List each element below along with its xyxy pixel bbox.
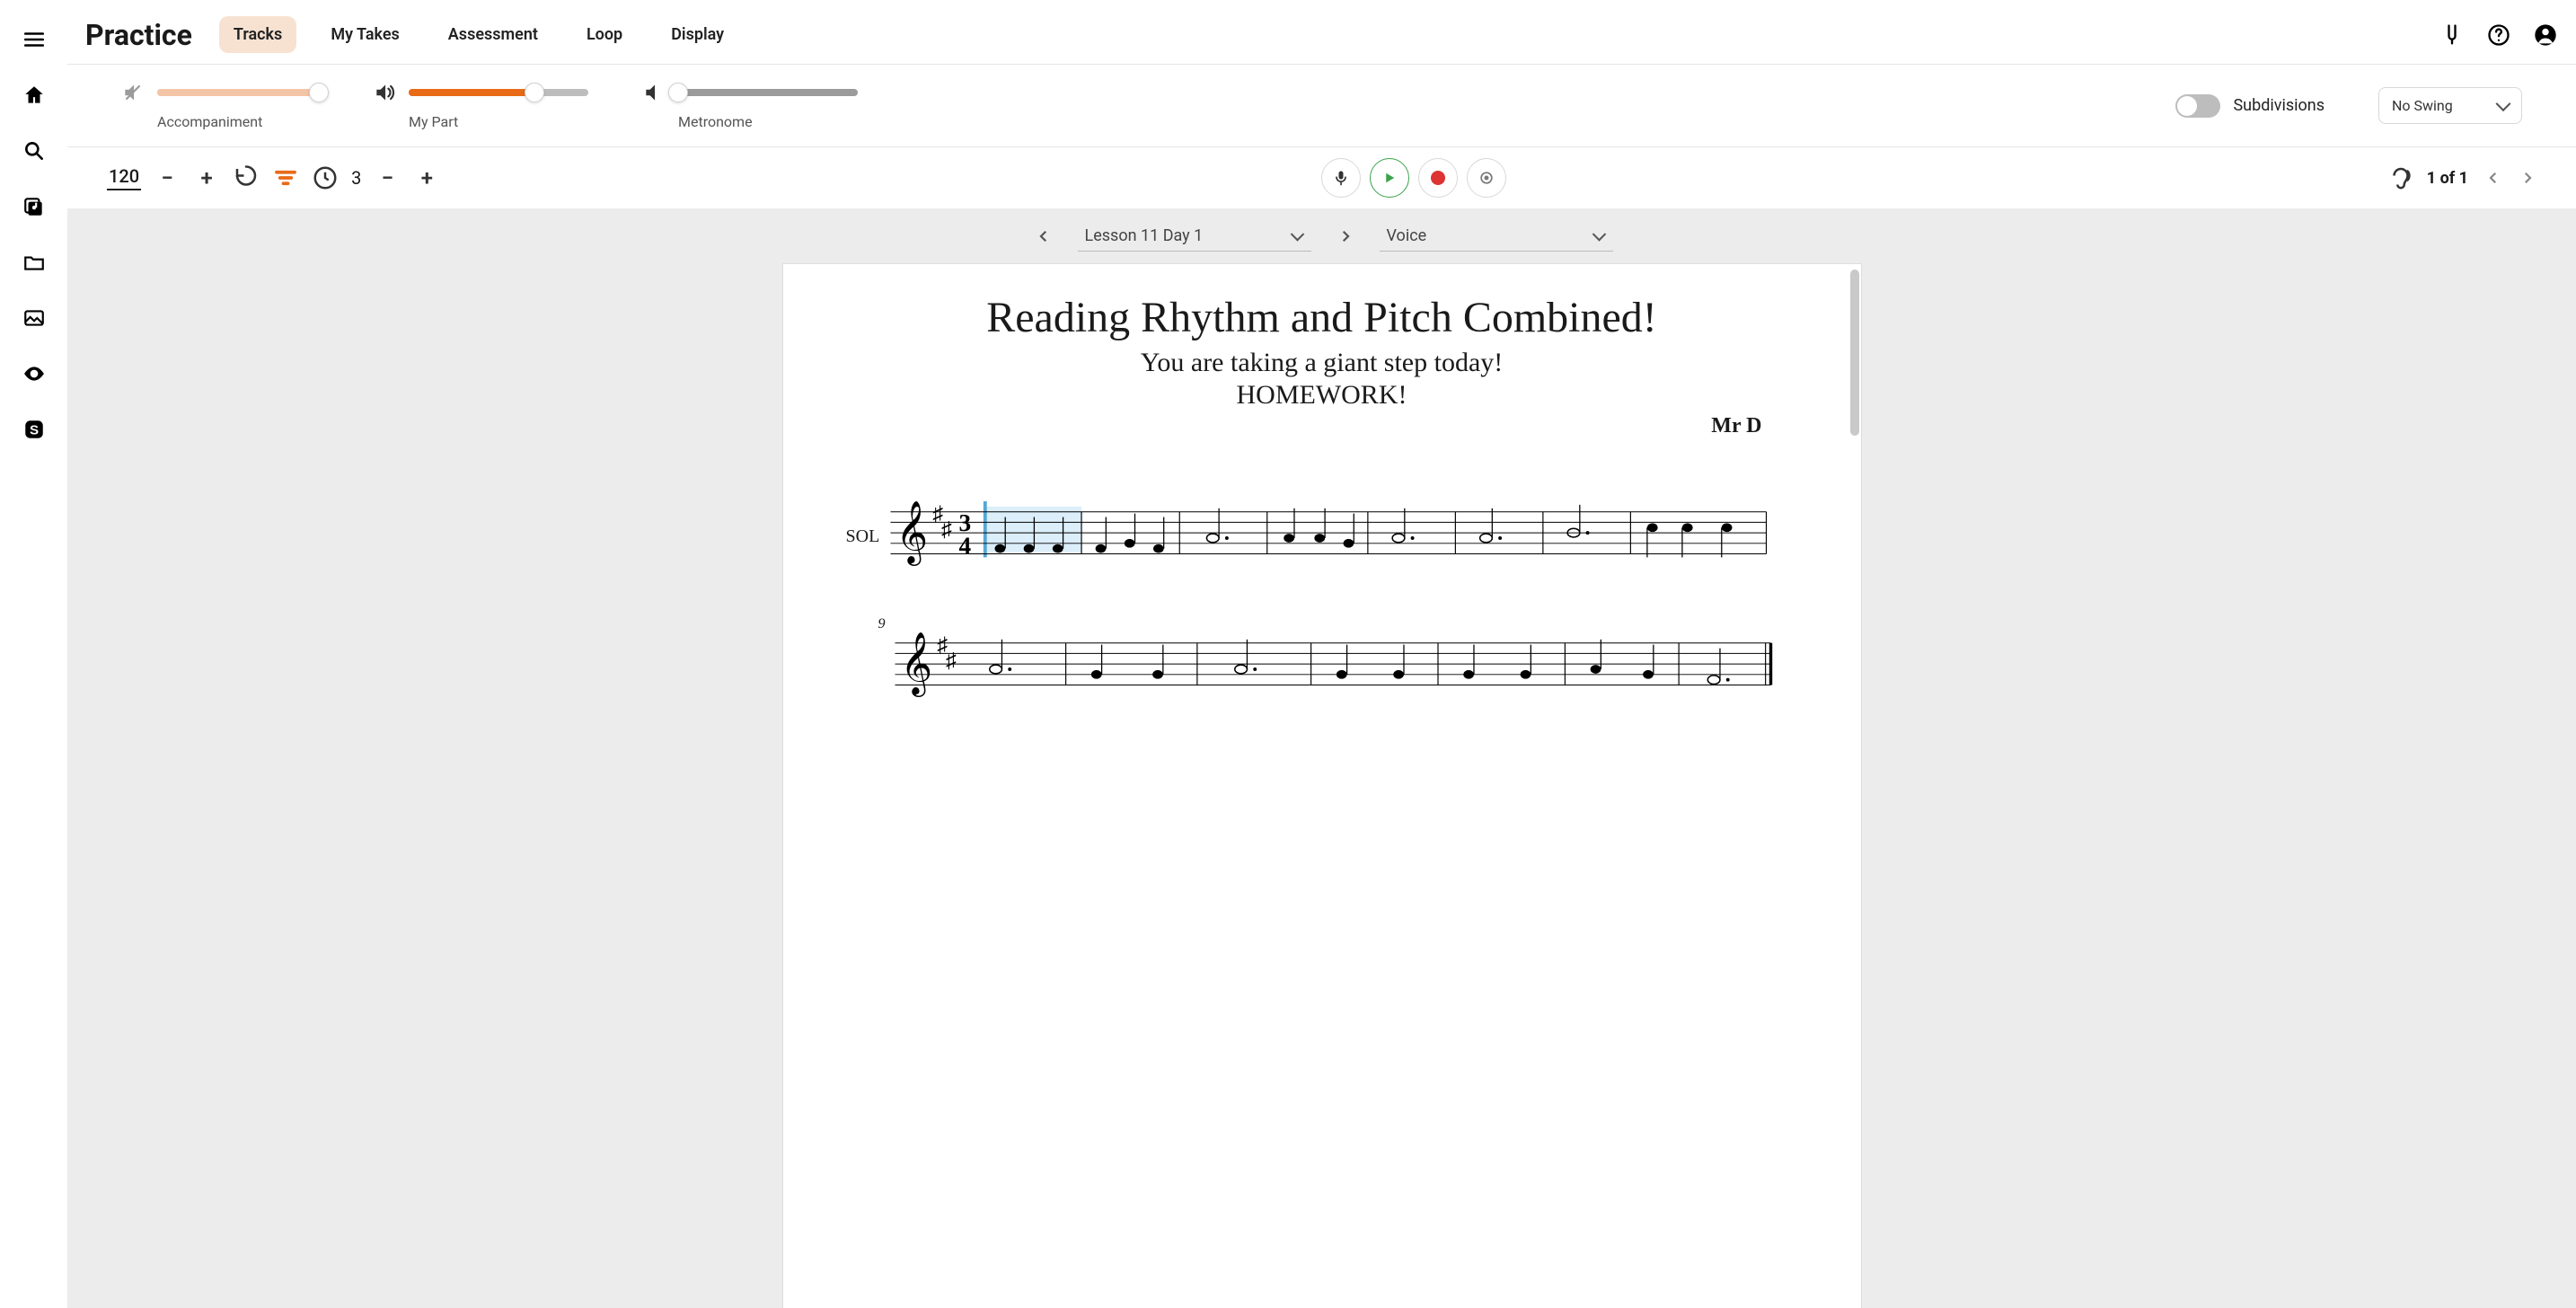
score-subtitle-2: HOMEWORK! — [846, 380, 1798, 411]
tab-tracks[interactable]: Tracks — [219, 16, 296, 53]
tab-display[interactable]: Display — [657, 16, 738, 53]
lesson-select[interactable]: Lesson 11 Day 1 — [1078, 221, 1311, 252]
filter-icon[interactable] — [272, 164, 299, 191]
tracks-panel: Accompaniment My Part — [67, 65, 2576, 147]
staff-system-1: SOL 𝄞 — [846, 501, 1798, 571]
tab-loop[interactable]: Loop — [572, 16, 637, 53]
score-composer: Mr D — [846, 414, 1798, 438]
svg-text:𝄞: 𝄞 — [896, 502, 929, 566]
loop-button[interactable] — [1467, 158, 1506, 198]
library-icon[interactable] — [22, 194, 47, 219]
countin-plus-button[interactable]: + — [413, 164, 440, 191]
staff-1: 𝄞 ♯ ♯ 3 4 — [888, 501, 1769, 571]
image-icon[interactable] — [22, 305, 47, 331]
metronome-label: Metronome — [678, 113, 858, 130]
score-subtitle: You are taking a giant step today! — [846, 348, 1798, 378]
account-icon[interactable] — [2533, 22, 2558, 48]
home-icon[interactable] — [22, 83, 47, 108]
search-icon[interactable] — [22, 138, 47, 164]
score-title: Reading Rhythm and Pitch Combined! — [846, 293, 1798, 342]
play-button[interactable] — [1370, 158, 1409, 198]
score-area: Lesson 11 Day 1 Voice Reading Rhythm and… — [67, 208, 2576, 1308]
next-page-button[interactable] — [2519, 169, 2536, 187]
help-icon[interactable] — [2486, 22, 2511, 48]
next-lesson-button[interactable] — [1333, 224, 1358, 249]
page-nav: 1 of 1 — [2427, 169, 2536, 188]
tempo-minus-button[interactable]: − — [154, 164, 181, 191]
swing-select-value: No Swing — [2392, 97, 2453, 114]
svg-text:𝄞: 𝄞 — [900, 633, 932, 697]
accompaniment-label: Accompaniment — [157, 113, 319, 130]
part-select[interactable]: Voice — [1380, 221, 1613, 252]
tabs: Tracks My Takes Assessment Loop Display — [219, 16, 738, 53]
header: Practice Tracks My Takes Assessment Loop… — [67, 0, 2576, 65]
tuner-icon[interactable] — [2439, 22, 2465, 48]
scrollbar-thumb[interactable] — [1850, 270, 1859, 436]
folder-icon[interactable] — [22, 250, 47, 275]
lesson-select-value: Lesson 11 Day 1 — [1085, 226, 1204, 245]
track-metronome: Metronome — [642, 81, 858, 130]
prev-page-button[interactable] — [2484, 169, 2502, 187]
svg-text:♯: ♯ — [946, 650, 957, 673]
subdivisions-group: Subdivisions — [2175, 94, 2325, 118]
track-my-part: My Part — [373, 81, 588, 130]
countin-icon — [312, 164, 339, 191]
part-left-label: SOL — [846, 526, 880, 547]
measure-number: 9 — [878, 616, 1798, 632]
volume-icon[interactable] — [373, 81, 396, 104]
mute-icon[interactable] — [121, 81, 145, 104]
prev-lesson-button[interactable] — [1031, 224, 1056, 249]
main-area: Practice Tracks My Takes Assessment Loop… — [67, 0, 2576, 1308]
part-select-value: Voice — [1387, 226, 1427, 245]
metronome-slider[interactable] — [678, 89, 858, 96]
score-selectors: Lesson 11 Day 1 Voice — [1031, 208, 1613, 264]
app-s-icon[interactable]: S — [22, 417, 47, 442]
listen-icon[interactable] — [2387, 164, 2414, 191]
record-button[interactable] — [1418, 158, 1458, 198]
tempo-input[interactable]: 120 — [107, 165, 141, 190]
tempo-reset-icon[interactable] — [233, 164, 260, 191]
playback-toolbar: 120 − + 3 − + — [67, 147, 2576, 208]
score-paper[interactable]: Reading Rhythm and Pitch Combined! You a… — [783, 264, 1861, 1308]
accompaniment-slider[interactable] — [157, 89, 319, 96]
svg-text:4: 4 — [959, 533, 972, 560]
svg-text:S: S — [29, 422, 38, 437]
menu-icon[interactable] — [22, 27, 47, 52]
staff-system-2: 9 𝄞 ♯ ♯ — [846, 616, 1798, 703]
subdivisions-toggle[interactable] — [2175, 94, 2220, 118]
volume-low-icon[interactable] — [642, 81, 666, 104]
eye-icon[interactable] — [22, 361, 47, 386]
swing-select[interactable]: No Swing — [2378, 87, 2522, 124]
countin-minus-button[interactable]: − — [374, 164, 401, 191]
tab-assessment[interactable]: Assessment — [434, 16, 552, 53]
svg-text:♯: ♯ — [941, 518, 952, 542]
left-sidebar: S — [0, 0, 67, 1308]
countin-value: 3 — [351, 167, 361, 189]
page-title: Practice — [85, 18, 192, 52]
subdivisions-label: Subdivisions — [2233, 96, 2325, 115]
tempo-plus-button[interactable]: + — [193, 164, 220, 191]
page-indicator: 1 of 1 — [2427, 169, 2468, 188]
mic-button[interactable] — [1321, 158, 1361, 198]
my-part-slider[interactable] — [409, 89, 588, 96]
my-part-label: My Part — [409, 113, 588, 130]
tab-my-takes[interactable]: My Takes — [316, 16, 413, 53]
staff-2: 𝄞 ♯ ♯ — [893, 632, 1773, 703]
track-accompaniment: Accompaniment — [121, 81, 319, 130]
